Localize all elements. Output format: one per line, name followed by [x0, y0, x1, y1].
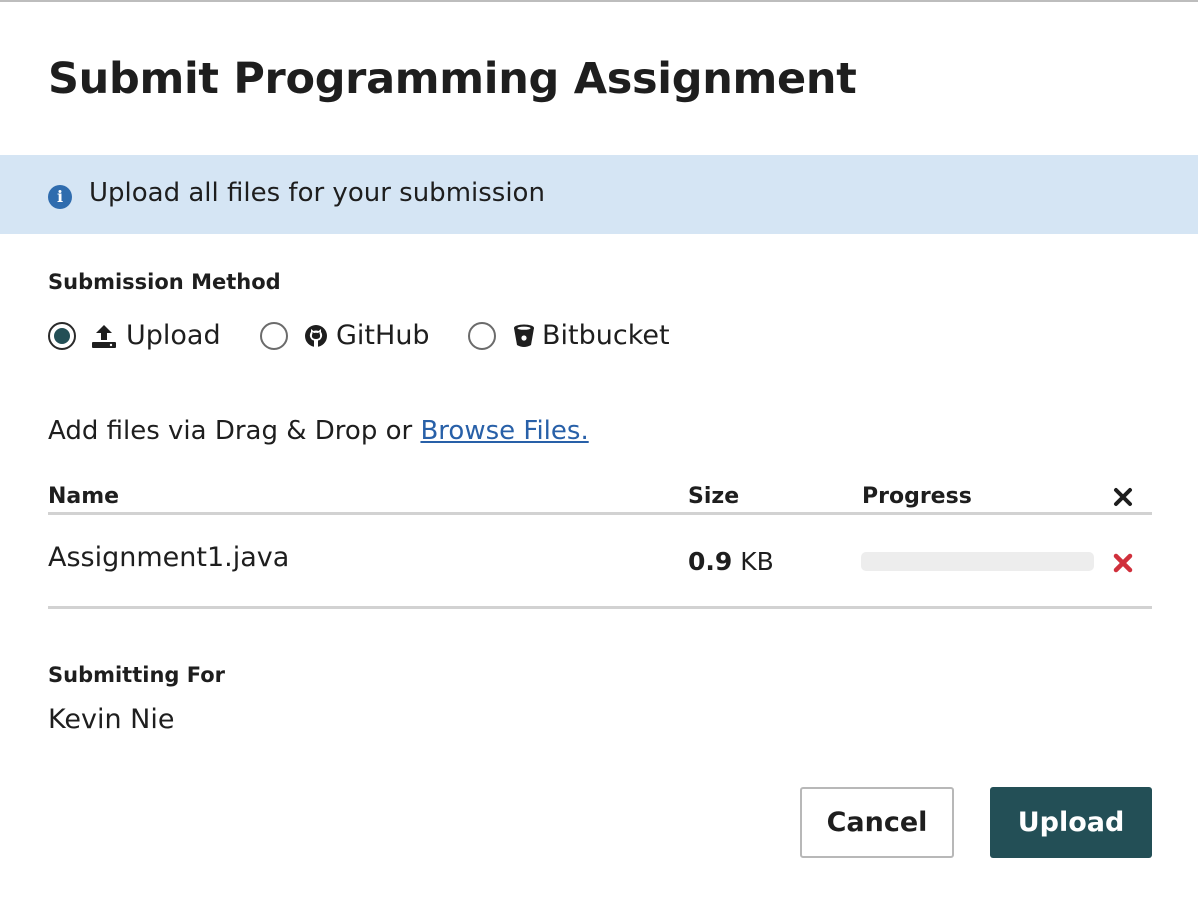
remove-all-files-icon[interactable]	[1112, 486, 1134, 508]
github-icon	[305, 325, 327, 347]
upload-button[interactable]: Upload	[990, 787, 1152, 858]
radio-github[interactable]	[260, 322, 288, 350]
submitting-for-label: Submitting For	[48, 663, 226, 687]
radio-upload[interactable]	[48, 322, 76, 350]
dropzone-prefix: Add files via Drag & Drop or	[48, 416, 413, 446]
top-edge	[0, 0, 1198, 2]
radio-github-label[interactable]: GitHub	[336, 320, 430, 351]
bitbucket-icon	[514, 324, 534, 347]
column-header-progress: Progress	[862, 484, 972, 509]
upload-icon	[92, 325, 116, 348]
table-bottom-divider	[48, 606, 1152, 609]
dialog-title: Submit Programming Assignment	[48, 54, 857, 104]
file-size-unit: KB	[740, 547, 774, 576]
file-progress-bar	[861, 552, 1094, 571]
submitter-name: Kevin Nie	[48, 704, 175, 735]
submit-assignment-dialog: Submit Programming Assignment i Upload a…	[0, 0, 1198, 906]
radio-bitbucket-label[interactable]: Bitbucket	[542, 320, 670, 351]
column-header-size: Size	[688, 484, 740, 509]
submission-method-label: Submission Method	[48, 270, 281, 294]
browse-files-link[interactable]: Browse Files.	[420, 416, 588, 446]
info-banner-text: Upload all files for your submission	[89, 178, 545, 208]
file-size-value: 0.9	[688, 547, 733, 576]
file-name: Assignment1.java	[48, 542, 290, 573]
info-circle-icon: i	[48, 185, 72, 209]
radio-upload-label[interactable]: Upload	[126, 320, 221, 351]
file-size: 0.9 KB	[688, 547, 774, 576]
dropzone-instructions: Add files via Drag & Drop or Browse File…	[48, 416, 589, 446]
table-header-divider	[48, 512, 1152, 515]
remove-file-icon[interactable]	[1112, 552, 1134, 574]
cancel-button[interactable]: Cancel	[800, 787, 954, 858]
radio-bitbucket[interactable]	[468, 322, 496, 350]
column-header-name: Name	[48, 484, 120, 509]
